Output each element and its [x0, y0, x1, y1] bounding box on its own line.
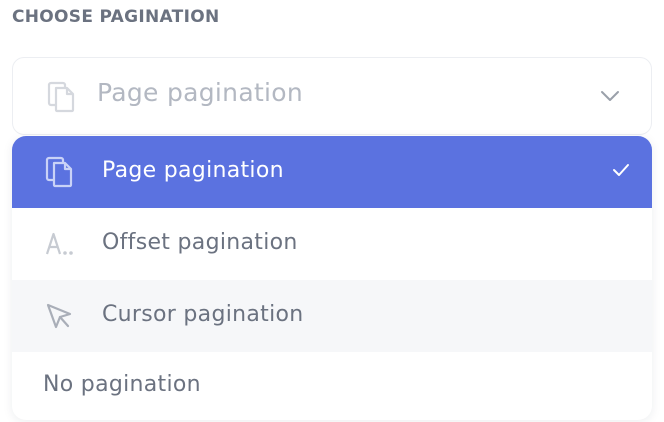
pagination-select[interactable]: Page pagination — [12, 57, 652, 135]
section-label: CHOOSE PAGINATION — [12, 7, 220, 27]
option-label: Offset pagination — [102, 230, 298, 255]
letters-offset-icon — [45, 232, 73, 255]
cursor-pointer-icon — [46, 303, 72, 329]
checkmark-icon — [613, 164, 629, 176]
option-no-pagination[interactable]: No pagination — [12, 352, 652, 420]
copy-pages-icon — [47, 81, 75, 113]
option-label: Cursor pagination — [102, 302, 304, 327]
pagination-picker: CHOOSE PAGINATION Page pagination Page p… — [0, 0, 664, 422]
option-page-pagination[interactable]: Page pagination — [12, 136, 652, 208]
chevron-down-icon[interactable] — [599, 88, 621, 104]
copy-pages-icon — [45, 156, 73, 188]
option-cursor-pagination[interactable]: Cursor pagination — [12, 280, 652, 352]
select-value: Page pagination — [97, 78, 304, 107]
pagination-dropdown: Page pagination Offset pagination Cursor… — [12, 136, 652, 420]
option-label: No pagination — [43, 372, 201, 397]
option-label: Page pagination — [102, 158, 284, 183]
option-offset-pagination[interactable]: Offset pagination — [12, 208, 652, 280]
